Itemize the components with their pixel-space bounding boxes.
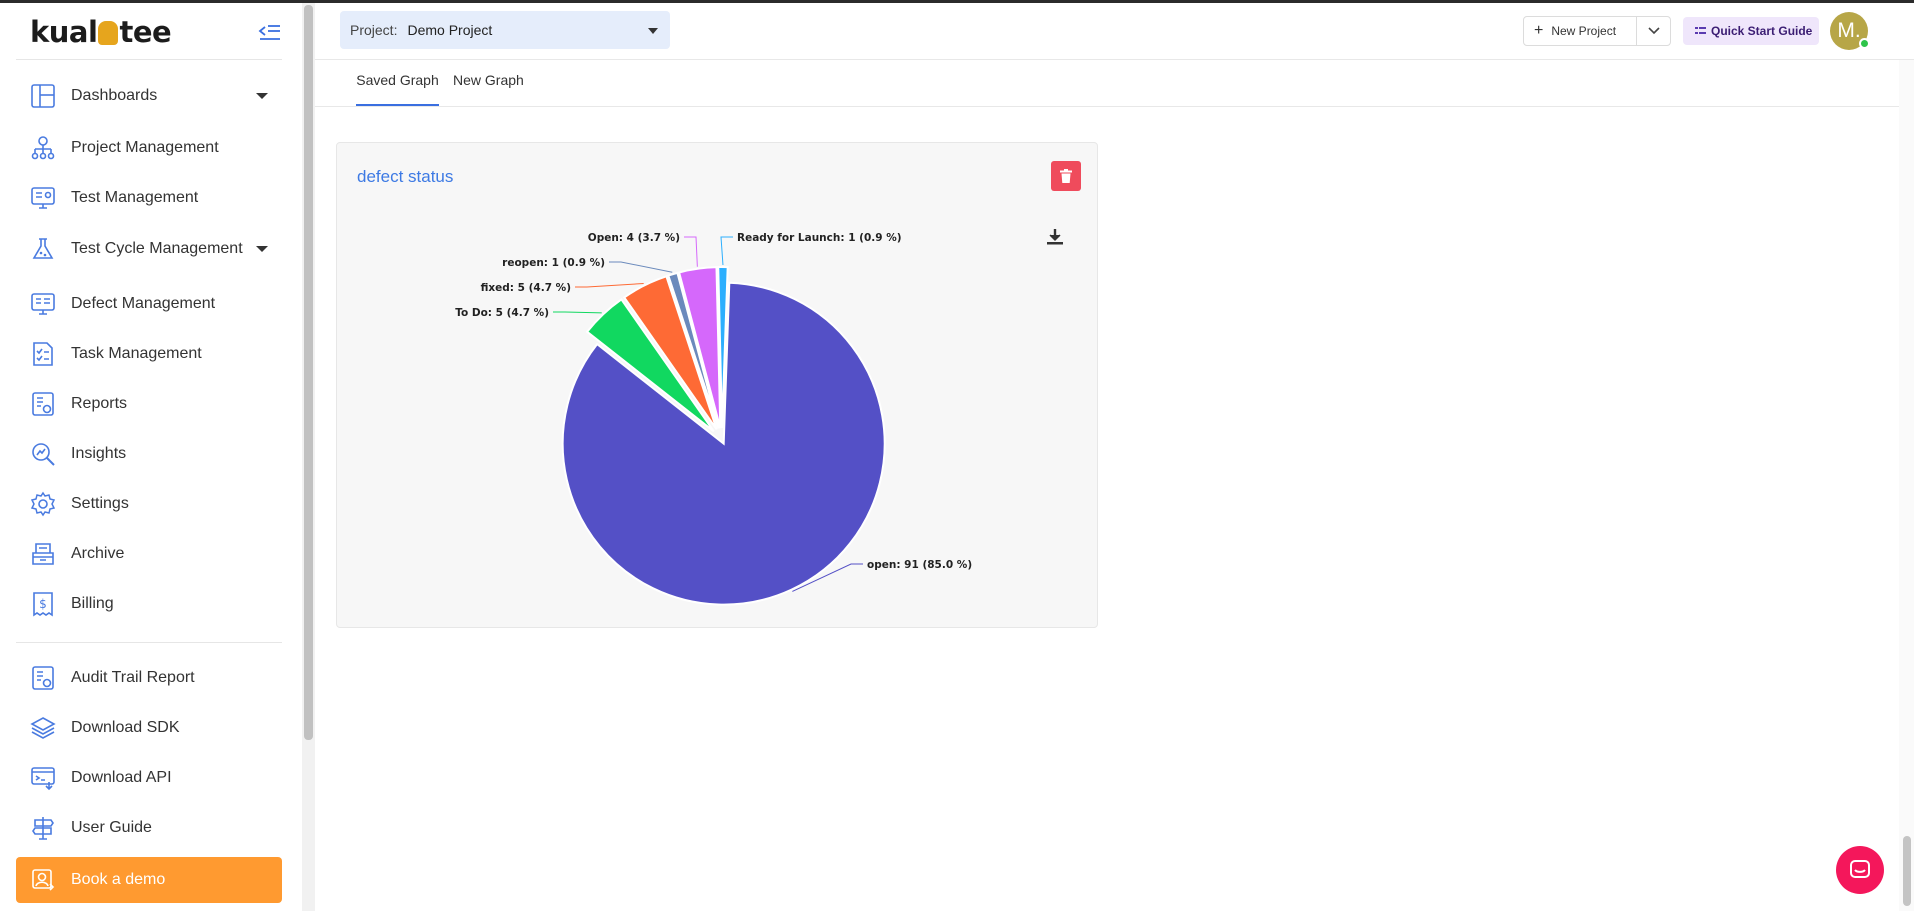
sidebar-item-reports[interactable]: Reports — [16, 383, 282, 425]
project-select-label: Project: — [350, 22, 398, 38]
sidebar-item-label: Download SDK — [71, 719, 180, 736]
insights-icon — [29, 440, 57, 468]
tab-saved-graph[interactable]: Saved Graph — [356, 72, 439, 106]
sidebar-item-label: Test Management — [71, 189, 199, 206]
sidebar-item-label: Settings — [71, 495, 129, 512]
sidebar-divider — [16, 642, 282, 643]
sidebar-item-insights[interactable]: Insights — [16, 433, 282, 475]
tab-new-graph[interactable]: New Graph — [453, 72, 524, 106]
signpost-icon — [29, 814, 57, 842]
slice-connector-open — [684, 236, 698, 267]
chat-icon — [1850, 860, 1870, 878]
sidebar-item-download-api[interactable]: Download API — [16, 757, 282, 799]
chevron-down-icon — [648, 28, 658, 34]
dashboard-icon — [29, 82, 57, 110]
chevron-down-icon[interactable] — [256, 93, 268, 99]
audit-trail-icon — [29, 664, 57, 692]
sidebar-item-dashboards[interactable]: Dashboards — [16, 75, 282, 117]
sidebar-item-test-management[interactable]: Test Management — [16, 177, 282, 219]
kualitee-logo[interactable]: kual tee — [30, 15, 172, 49]
download-icon — [1047, 229, 1063, 245]
sidebar-item-archive[interactable]: Archive — [16, 533, 282, 575]
main-scrollbar-thumb[interactable] — [1903, 836, 1911, 906]
graph-title: defect status — [357, 167, 454, 186]
delete-graph-button[interactable] — [1051, 161, 1081, 191]
sidebar-item-label: User Guide — [71, 819, 152, 836]
graph-tabs: Saved Graph New Graph — [315, 60, 1914, 107]
new-project-button[interactable]: + New Project — [1523, 16, 1637, 46]
online-status-dot — [1859, 38, 1870, 49]
sidebar-item-label: Dashboards — [71, 87, 158, 104]
sidebar-item-label: Download API — [71, 769, 172, 786]
slice-label-ready-for-launch: Ready for Launch: 1 (0.9 %) — [737, 232, 902, 244]
archive-icon — [29, 540, 57, 568]
chevron-down-icon — [1647, 27, 1660, 35]
sidebar-item-label: Audit Trail Report — [71, 669, 195, 686]
slice-label-open: Open: 4 (3.7 %) — [588, 232, 680, 244]
sidebar-item-label: Task Management — [71, 345, 202, 362]
sidebar-item-test-cycle-management[interactable]: Test Cycle Management — [16, 228, 282, 270]
layers-icon — [29, 714, 57, 742]
chat-support-button[interactable] — [1836, 846, 1884, 894]
top-header: Project: Demo Project + New Project Quic… — [315, 3, 1914, 60]
book-demo-icon — [29, 866, 57, 894]
slice-label-open: open: 91 (85.0 %) — [867, 559, 972, 571]
sidebar-item-label: Insights — [71, 445, 127, 462]
sidebar-item-label: Billing — [71, 595, 114, 612]
main-scrollbar-track[interactable] — [1899, 60, 1914, 911]
pie-chart: open: 91 (85.0 %) To Do: 5 (4.7 %) fixed: … — [455, 232, 972, 606]
chevron-down-icon[interactable] — [256, 246, 268, 252]
new-project-label: New Project — [1551, 24, 1617, 38]
slice-connector-ready-for-launch — [720, 236, 733, 266]
project-select[interactable]: Project: Demo Project — [340, 11, 670, 49]
download-chart-button[interactable] — [1043, 225, 1067, 249]
sidebar-item-user-guide[interactable]: User Guide — [16, 807, 282, 849]
project-management-icon — [29, 134, 57, 162]
sidebar-item-download-sdk[interactable]: Download SDK — [16, 707, 282, 749]
reports-icon — [29, 390, 57, 418]
slice-connector-reopen — [609, 261, 673, 273]
project-select-value: Demo Project — [407, 22, 493, 38]
sidebar-item-label: Defect Management — [71, 295, 216, 312]
sidebar-item-audit-trail-report[interactable]: Audit Trail Report — [16, 657, 282, 699]
defect-management-icon — [29, 290, 57, 318]
slice-connector-fixed — [575, 283, 644, 288]
logo-text-left: kual — [30, 15, 98, 49]
sidebar-item-task-management[interactable]: Task Management — [16, 333, 282, 375]
api-icon — [29, 764, 57, 792]
sidebar-item-label: Test Cycle Management — [71, 240, 243, 257]
list-icon — [1695, 26, 1706, 36]
sidebar-item-label: Reports — [71, 395, 128, 412]
quick-start-guide-button[interactable]: Quick Start Guide — [1683, 17, 1819, 45]
collapse-sidebar-icon[interactable] — [258, 23, 282, 43]
new-project-dropdown-button[interactable] — [1636, 16, 1671, 46]
task-management-icon — [29, 340, 57, 368]
slice-label-to-do: To Do: 5 (4.7 %) — [455, 307, 549, 319]
gear-icon — [29, 490, 57, 518]
sidebar-item-defect-management[interactable]: Defect Management — [16, 283, 282, 325]
sidebar-item-label: Archive — [71, 545, 125, 562]
graph-card: open: 91 (85.0 %) To Do: 5 (4.7 %) fixed: … — [336, 142, 1098, 628]
plus-icon: + — [1534, 22, 1544, 39]
quick-start-label: Quick Start Guide — [1711, 24, 1813, 38]
book-demo-button[interactable]: Book a demo — [16, 857, 282, 903]
flask-icon — [29, 235, 57, 263]
logo-text-right: tee — [119, 15, 172, 49]
sidebar-divider — [16, 59, 282, 60]
sidebar: kual tee Dashboards Project Management Tes… — [0, 3, 302, 911]
logo-mascot-icon — [98, 21, 119, 45]
sidebar-item-label: Project Management — [71, 139, 219, 156]
trash-icon — [1060, 169, 1072, 183]
test-management-icon — [29, 184, 57, 212]
book-demo-label: Book a demo — [71, 871, 166, 888]
sidebar-item-billing[interactable]: $ Billing — [16, 583, 282, 625]
svg-text:$: $ — [39, 597, 47, 611]
sidebar-scrollbar-thumb[interactable] — [304, 5, 313, 740]
sidebar-item-project-management[interactable]: Project Management — [16, 127, 282, 169]
sidebar-item-settings[interactable]: Settings — [16, 483, 282, 525]
slice-connector-to-do — [553, 311, 602, 314]
billing-icon: $ — [29, 590, 57, 618]
slice-label-fixed: fixed: 5 (4.7 %) — [481, 282, 571, 294]
slice-label-reopen: reopen: 1 (0.9 %) — [502, 257, 605, 269]
